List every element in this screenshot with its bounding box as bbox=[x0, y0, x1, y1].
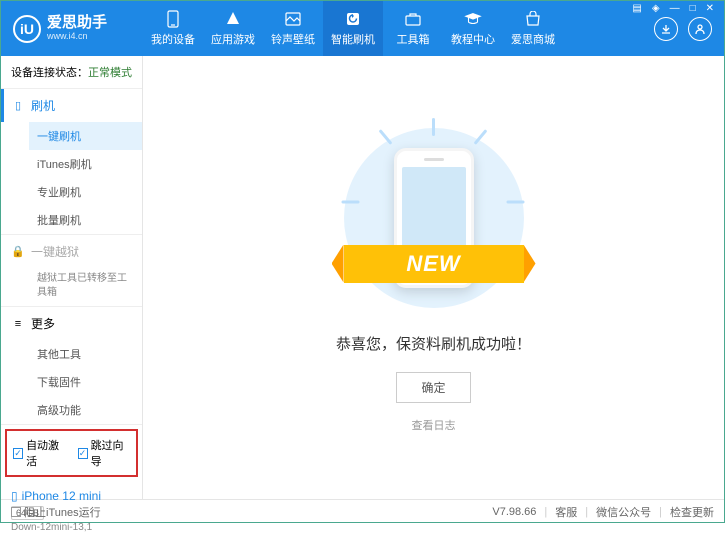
wallpaper-icon bbox=[284, 10, 302, 28]
tab-toolbox[interactable]: 工具箱 bbox=[383, 1, 443, 56]
toolbox-icon bbox=[404, 10, 422, 28]
customer-service-link[interactable]: 客服 bbox=[555, 504, 577, 520]
tab-ringtones[interactable]: 铃声壁纸 bbox=[263, 1, 323, 56]
phone-small-icon: ▯ bbox=[11, 99, 25, 113]
more-icon: ≡ bbox=[11, 317, 25, 331]
checkbox-skip-setup[interactable]: ✓ 跳过向导 bbox=[78, 437, 131, 469]
brand-title: 爱思助手 bbox=[47, 15, 107, 32]
header: iU 爱思助手 www.i4.cn 我的设备 应用游戏 铃声壁纸 智能刷机 工具… bbox=[1, 1, 724, 56]
close-icon[interactable]: ✕ bbox=[704, 3, 716, 14]
logo[interactable]: iU 爱思助手 www.i4.cn bbox=[1, 15, 143, 43]
settings-menu-icon[interactable]: ▤ bbox=[630, 3, 643, 14]
download-button[interactable] bbox=[654, 17, 678, 41]
checkbox-icon: ✓ bbox=[13, 448, 23, 459]
jailbreak-note: 越狱工具已转移至工具箱 bbox=[29, 268, 142, 306]
device-model: Down-12mini-13,1 bbox=[11, 522, 132, 533]
flash-icon bbox=[344, 10, 362, 28]
wechat-link[interactable]: 微信公众号 bbox=[596, 504, 651, 520]
check-update-link[interactable]: 检查更新 bbox=[670, 504, 714, 520]
skin-icon[interactable]: ◈ bbox=[650, 3, 662, 14]
user-button[interactable] bbox=[688, 17, 712, 41]
sidebar-item-advanced[interactable]: 高级功能 bbox=[29, 396, 142, 424]
phone-icon bbox=[164, 10, 182, 28]
tab-apps[interactable]: 应用游戏 bbox=[203, 1, 263, 56]
tab-flash[interactable]: 智能刷机 bbox=[323, 1, 383, 56]
checkbox-block-itunes[interactable]: 阻止iTunes运行 bbox=[11, 504, 101, 520]
view-log-link[interactable]: 查看日志 bbox=[412, 417, 456, 433]
device-name: iPhone 12 mini bbox=[22, 489, 101, 503]
sidebar-item-itunes-flash[interactable]: iTunes刷机 bbox=[29, 150, 142, 178]
checkbox-auto-activate[interactable]: ✓ 自动激活 bbox=[13, 437, 66, 469]
sidebar-header-more[interactable]: ≡ 更多 bbox=[1, 307, 142, 340]
tab-label: 我的设备 bbox=[151, 31, 195, 47]
maximize-icon[interactable]: □ bbox=[688, 3, 698, 14]
tab-label: 教程中心 bbox=[451, 31, 495, 47]
confirm-button[interactable]: 确定 bbox=[396, 372, 470, 403]
sidebar-item-batch-flash[interactable]: 批量刷机 bbox=[29, 206, 142, 234]
sidebar-item-download-firmware[interactable]: 下载固件 bbox=[29, 368, 142, 396]
tab-label: 智能刷机 bbox=[331, 31, 375, 47]
sidebar-header-jailbreak[interactable]: 🔒 一键越狱 bbox=[1, 235, 142, 268]
connection-status: 设备连接状态：正常模式 bbox=[1, 56, 142, 89]
version-label: V7.98.66 bbox=[492, 506, 536, 518]
sidebar-header-flash[interactable]: ▯ 刷机 bbox=[1, 89, 142, 122]
sidebar-item-other-tools[interactable]: 其他工具 bbox=[29, 340, 142, 368]
tutorial-icon bbox=[464, 10, 482, 28]
minimize-icon[interactable]: — bbox=[668, 3, 682, 14]
success-message: 恭喜您，保资料刷机成功啦！ bbox=[336, 333, 531, 354]
tab-label: 应用游戏 bbox=[211, 31, 255, 47]
sidebar: 设备连接状态：正常模式 ▯ 刷机 一键刷机 iTunes刷机 专业刷机 批量刷机… bbox=[1, 56, 143, 499]
checkbox-icon: ✓ bbox=[78, 448, 88, 459]
tab-my-device[interactable]: 我的设备 bbox=[143, 1, 203, 56]
lock-icon: 🔒 bbox=[11, 245, 25, 259]
checkbox-icon bbox=[11, 507, 21, 517]
main-content: NEW 恭喜您，保资料刷机成功啦！ 确定 查看日志 bbox=[143, 56, 724, 499]
tab-tutorials[interactable]: 教程中心 bbox=[443, 1, 503, 56]
options-highlight-box: ✓ 自动激活 ✓ 跳过向导 bbox=[5, 429, 138, 477]
logo-icon: iU bbox=[13, 15, 41, 43]
success-illustration: NEW bbox=[334, 123, 534, 313]
tab-label: 铃声壁纸 bbox=[271, 31, 315, 47]
store-icon bbox=[524, 10, 542, 28]
tab-store[interactable]: 爱思商城 bbox=[503, 1, 563, 56]
new-banner: NEW bbox=[344, 245, 524, 283]
tab-label: 爱思商城 bbox=[511, 31, 555, 47]
device-phone-icon: ▯ bbox=[11, 489, 18, 503]
sidebar-item-oneclick-flash[interactable]: 一键刷机 bbox=[29, 122, 142, 150]
tab-label: 工具箱 bbox=[397, 31, 430, 47]
brand-url: www.i4.cn bbox=[47, 32, 107, 42]
apps-icon bbox=[224, 10, 242, 28]
sidebar-item-pro-flash[interactable]: 专业刷机 bbox=[29, 178, 142, 206]
